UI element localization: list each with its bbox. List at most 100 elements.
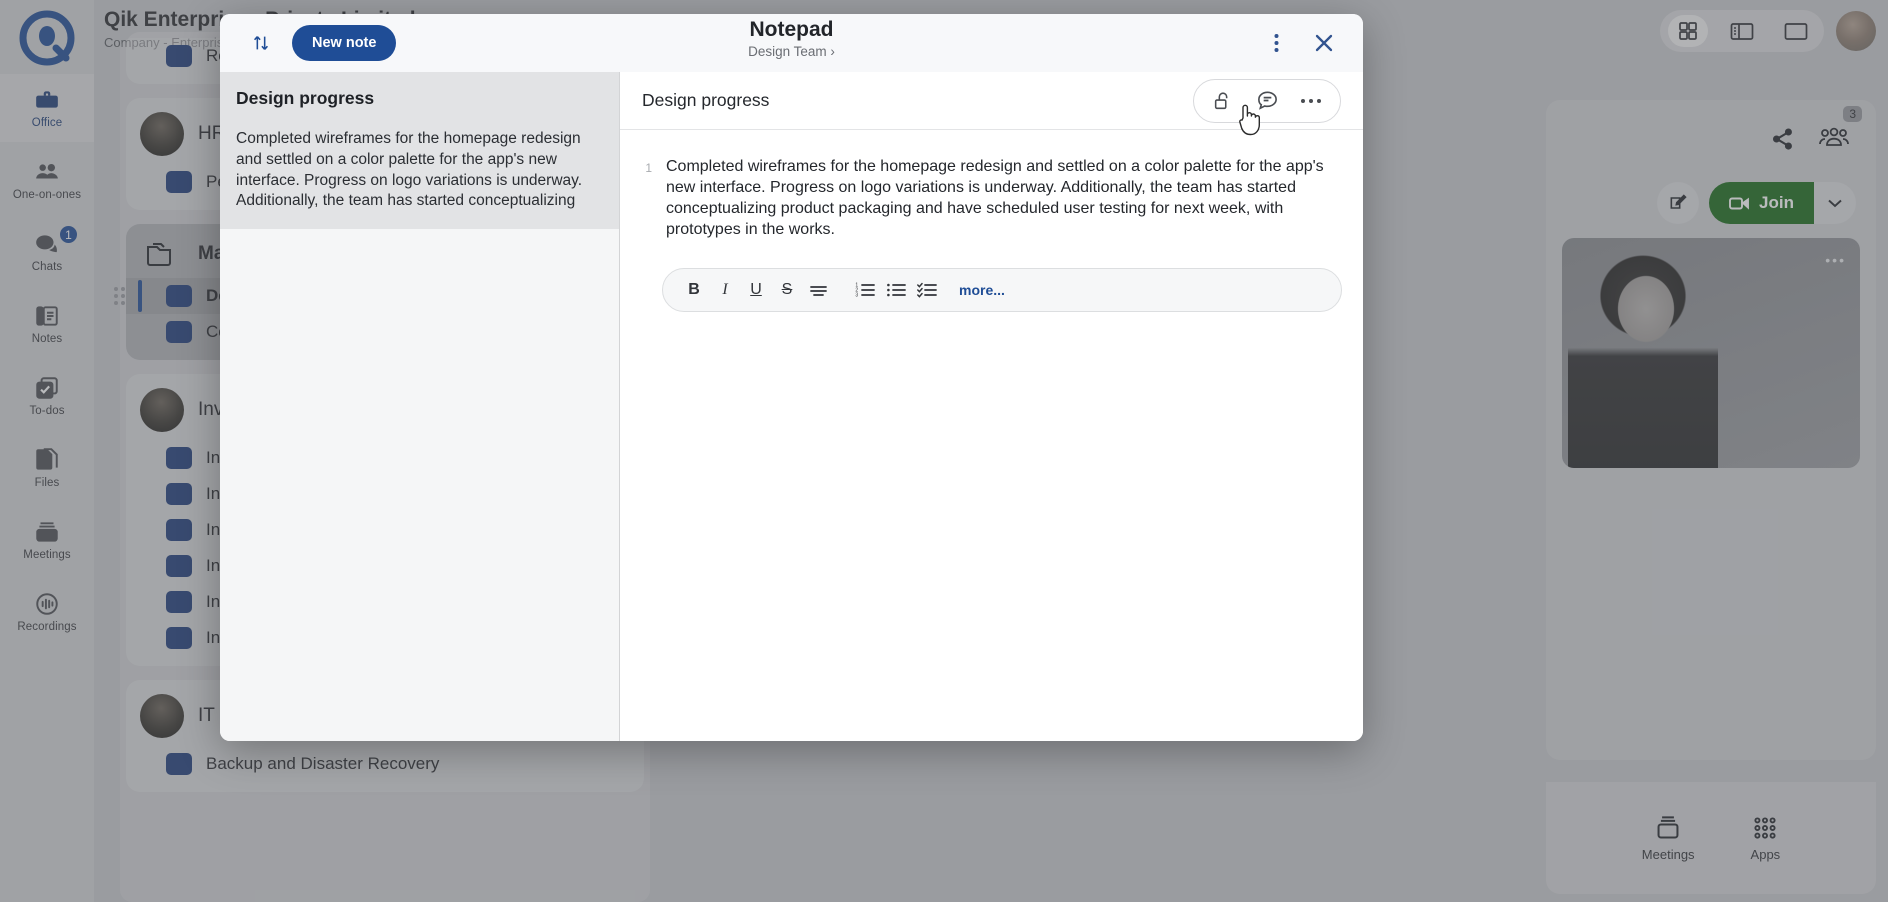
formatting-toolbar: B I U S 1 2 3 more... [662, 268, 1342, 312]
notepad-modal-header: New note Notepad Design Team › [220, 14, 1363, 72]
chat-bubbles-icon [34, 231, 60, 257]
qik-logo[interactable] [16, 8, 78, 70]
meetings-icon [1653, 815, 1683, 841]
ellipsis-icon[interactable] [1296, 86, 1326, 116]
note-list-empty-area [220, 229, 619, 741]
more-formatting-button[interactable]: more... [959, 282, 1005, 298]
layout-switcher [1660, 10, 1824, 52]
sort-button[interactable] [246, 28, 276, 58]
sidebar-item-one-on-ones[interactable]: One-on-ones [0, 146, 94, 214]
color-swatch [166, 591, 192, 613]
apps-grid-icon [1751, 815, 1779, 841]
note-list-item[interactable]: Design progress Completed wireframes for… [220, 72, 619, 229]
meeting-actions: Join [1546, 152, 1876, 224]
sidebar-item-label: Files [34, 477, 60, 489]
split-layout-button[interactable] [1722, 15, 1762, 47]
checklist-button[interactable] [912, 275, 942, 305]
color-swatch [166, 171, 192, 193]
chevron-down-icon [1826, 197, 1844, 209]
sidebar-item-files[interactable]: Files [0, 434, 94, 502]
sidebar-item-recordings[interactable]: Recordings [0, 578, 94, 646]
bullet-list-button[interactable] [881, 275, 911, 305]
video-tile[interactable]: ••• [1562, 238, 1860, 468]
color-swatch [166, 447, 192, 469]
join-dropdown-button[interactable] [1814, 197, 1856, 209]
color-swatch [166, 519, 192, 541]
join-label: Join [1759, 193, 1794, 212]
meetings-icon [34, 519, 60, 545]
avatar [140, 112, 184, 156]
notes-icon [34, 303, 60, 329]
sidebar-item-notes[interactable]: Notes [0, 290, 94, 358]
meeting-panel-top: 3 [1546, 100, 1876, 152]
align-button[interactable] [803, 275, 833, 305]
meeting-panel: 3 Join ••• [1546, 100, 1876, 760]
breadcrumb-label: Design Team [748, 44, 827, 59]
modal-more-button[interactable] [1261, 28, 1291, 58]
people-icon [34, 159, 60, 185]
folders-icon [140, 238, 184, 270]
sidebar-item-office[interactable]: Office [0, 74, 94, 142]
notepad-modal-body: Design progress Completed wireframes for… [220, 72, 1363, 741]
sidebar-item-label: One-on-ones [12, 189, 82, 201]
color-swatch [166, 45, 192, 67]
left-nav-rail: Office One-on-ones 1 Chats Notes To-dos … [0, 0, 94, 902]
sidebar-item-chats[interactable]: 1 Chats [0, 218, 94, 286]
unlock-icon[interactable] [1208, 86, 1238, 116]
new-note-button[interactable]: New note [292, 25, 397, 61]
tile-more-icon[interactable]: ••• [1825, 252, 1846, 268]
svg-text:3: 3 [855, 293, 858, 298]
participants-count-badge: 3 [1843, 106, 1862, 122]
grid-layout-icon [1678, 21, 1698, 41]
chats-badge: 1 [58, 224, 79, 245]
note-editor-content[interactable]: 1 Completed wireframes for the homepage … [620, 130, 1363, 741]
line-number: 1 [645, 161, 652, 175]
grid-layout-button[interactable] [1668, 15, 1708, 47]
italic-button[interactable]: I [710, 275, 740, 305]
notepad-modal: New note Notepad Design Team › Design pr… [220, 14, 1363, 741]
color-swatch [166, 555, 192, 577]
modal-close-button[interactable] [1309, 28, 1339, 58]
dock-item-label: Meetings [1641, 846, 1695, 862]
note-editor-header: Design progress [620, 72, 1363, 135]
join-button[interactable]: Join [1709, 182, 1814, 224]
sidebar-item-label: To-dos [29, 405, 65, 417]
share-icon[interactable] [1770, 126, 1796, 152]
avatar[interactable] [1836, 11, 1876, 51]
underline-button[interactable]: U [741, 275, 771, 305]
list-item[interactable]: Backup and Disaster Recovery [126, 746, 644, 782]
sidebar-item-label: Meetings [23, 549, 71, 561]
note-editor-title[interactable]: Design progress [642, 90, 769, 111]
sidebar-item-label: Recordings [17, 621, 77, 633]
dock-item-apps[interactable]: Apps [1751, 815, 1780, 862]
close-icon [1312, 31, 1336, 55]
comment-icon[interactable] [1252, 86, 1282, 116]
split-layout-icon [1730, 22, 1754, 41]
note-editor-body[interactable]: Completed wireframes for the homepage re… [666, 156, 1326, 240]
note-list-item-preview: Completed wireframes for the homepage re… [236, 130, 583, 210]
video-camera-icon [1729, 196, 1750, 211]
color-swatch [166, 483, 192, 505]
dock-item-meetings[interactable]: Meetings [1642, 815, 1695, 862]
compose-button[interactable] [1657, 182, 1700, 224]
people-group-icon[interactable] [1818, 126, 1850, 152]
checklist-icon [917, 282, 937, 298]
sidebar-item-label: Notes [31, 333, 63, 345]
bold-button[interactable]: B [679, 275, 709, 305]
color-swatch [166, 627, 192, 649]
sort-arrows-icon [250, 32, 272, 54]
numbered-list-button[interactable]: 1 2 3 [850, 275, 880, 305]
sidebar-item-to-dos[interactable]: To-dos [0, 362, 94, 430]
sidebar-item-label: Chats [31, 261, 63, 273]
checkbox-stack-icon [34, 375, 60, 401]
recordings-icon [34, 591, 60, 617]
app-root: Office One-on-ones 1 Chats Notes To-dos … [0, 0, 1888, 902]
single-layout-button[interactable] [1776, 15, 1816, 47]
participant-video [1568, 253, 1718, 468]
sidebar-item-meetings[interactable]: Meetings [0, 506, 94, 574]
strikethrough-button[interactable]: S [772, 275, 802, 305]
top-right-controls [1660, 10, 1876, 52]
drag-handle-icon[interactable] [114, 287, 125, 305]
numbered-list-icon: 1 2 3 [855, 282, 875, 298]
briefcase-icon [34, 87, 60, 113]
